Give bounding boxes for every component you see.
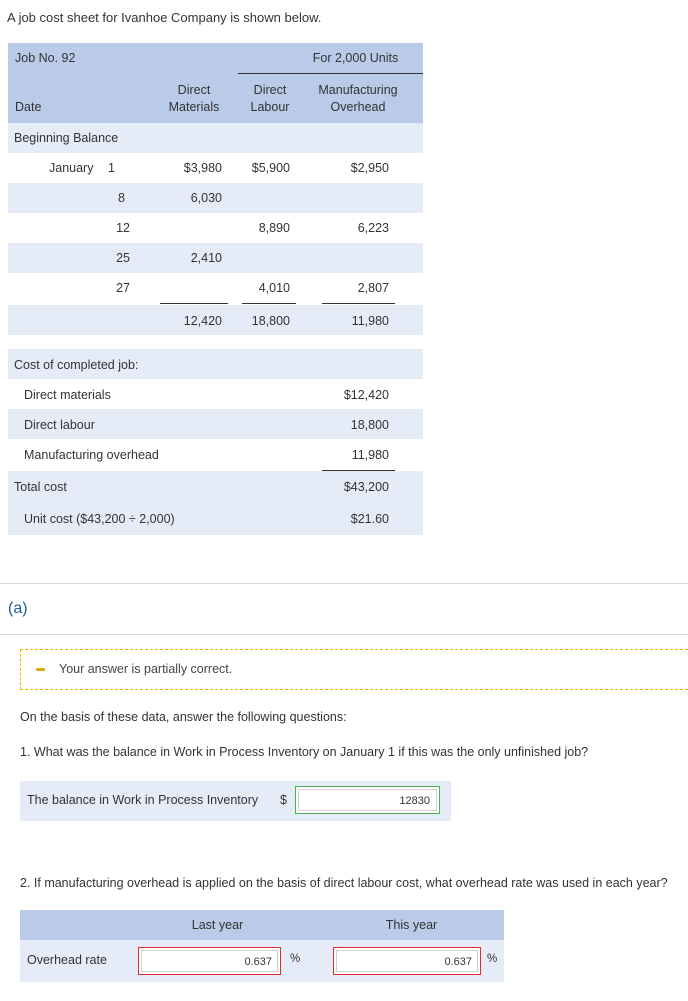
completed-item-value: 18,800 xyxy=(350,418,389,432)
total-cost-row: Total cost $43,200 xyxy=(8,471,423,504)
question-1: 1. What was the balance in Work in Proce… xyxy=(20,745,589,759)
dm-header-1: Direct xyxy=(177,83,211,97)
completed-item-value: 11,980 xyxy=(351,448,389,462)
prompt-text: On the basis of these data, answer the f… xyxy=(20,710,347,724)
col-this-year: This year xyxy=(385,918,438,932)
dl-header-2: Labour xyxy=(250,100,290,114)
overhead-rate-label: Overhead rate xyxy=(27,953,107,967)
dl-header-1: Direct xyxy=(253,83,287,97)
unit-cost-row: Unit cost ($43,200 ÷ 2,000) $21.60 xyxy=(8,501,423,535)
dl-underline xyxy=(242,303,296,304)
dl-value: 4,010 xyxy=(258,281,290,295)
moh-value: $2,950 xyxy=(350,161,389,175)
partial-correct-banner: Your answer is partially correct. xyxy=(20,649,688,690)
dm-total: 12,420 xyxy=(183,314,222,328)
units-label: For 2,000 Units xyxy=(312,51,399,65)
currency-symbol: $ xyxy=(280,793,287,807)
total-cost-label: Total cost xyxy=(14,480,67,494)
dm-underline xyxy=(160,303,228,304)
moh-underline xyxy=(322,303,395,304)
table-row: 25 2,410 xyxy=(8,243,423,273)
table-row: 8 6,030 xyxy=(8,183,423,213)
table-row: Direct labour 18,800 xyxy=(8,409,423,439)
table-row: January 1 $3,980 $5,900 $2,950 xyxy=(8,153,423,183)
percent-sign: % xyxy=(487,953,498,965)
job-number: Job No. 92 xyxy=(15,51,76,65)
day-label: 1 xyxy=(108,161,115,175)
table-row: 12 8,890 6,223 xyxy=(8,213,423,243)
dm-header-2: Materials xyxy=(168,100,220,114)
intro-text: A job cost sheet for Ivanhoe Company is … xyxy=(7,10,322,25)
moh-value: 6,223 xyxy=(357,221,389,235)
day-label: 25 xyxy=(116,251,130,265)
table-row: 27 4,010 2,807 xyxy=(8,273,423,304)
section-divider xyxy=(0,634,688,635)
table-row: Manufacturing overhead 11,980 xyxy=(8,439,423,471)
completed-item-value: $12,420 xyxy=(343,388,389,402)
moh-header-1: Manufacturing xyxy=(318,83,398,97)
section-divider xyxy=(0,583,688,584)
dl-total: 18,800 xyxy=(251,314,290,328)
moh-total: 11,980 xyxy=(351,314,389,328)
unit-cost-value: $21.60 xyxy=(350,512,389,526)
moh-value: 2,807 xyxy=(357,281,389,295)
overhead-rate-row: Overhead rate 0.637 % 0.637 % xyxy=(20,940,504,982)
percent-sign: % xyxy=(290,953,301,965)
wip-balance-input[interactable]: 12830 xyxy=(295,786,440,814)
last-year-rate-input[interactable]: 0.637 xyxy=(138,947,281,975)
unit-cost-label: Unit cost ($43,200 ÷ 2,000) xyxy=(24,512,175,526)
question-2: 2. If manufacturing overhead is applied … xyxy=(20,876,668,890)
completed-label: Cost of completed job: xyxy=(14,358,139,372)
feedback-text: Your answer is partially correct. xyxy=(59,662,233,676)
total-cost-value: $43,200 xyxy=(343,480,389,494)
part-label: (a) xyxy=(8,600,28,617)
date-header: Date xyxy=(15,100,42,114)
table-row: Direct materials $12,420 xyxy=(8,379,423,409)
completed-header-row: Cost of completed job: xyxy=(8,349,423,379)
completed-item-label: Manufacturing overhead xyxy=(24,448,159,462)
answer-row-1: The balance in Work in Process Inventory… xyxy=(20,781,451,821)
totals-row: 12,420 18,800 11,980 xyxy=(8,305,423,335)
dm-value: $3,980 xyxy=(183,161,222,175)
dm-value: 6,030 xyxy=(190,191,222,205)
day-label: 12 xyxy=(116,221,130,235)
month-label: January xyxy=(49,161,94,175)
moh-header-2: Overhead xyxy=(330,100,386,114)
completed-item-label: Direct materials xyxy=(24,388,111,402)
beginning-balance-label: Beginning Balance xyxy=(14,131,119,145)
overhead-table-header: Last year This year xyxy=(20,910,504,940)
col-last-year: Last year xyxy=(191,918,244,932)
header-rule xyxy=(238,73,423,74)
day-label: 8 xyxy=(118,191,125,205)
dl-value: 8,890 xyxy=(258,221,290,235)
wip-balance-label: The balance in Work in Process Inventory xyxy=(27,793,259,807)
dl-value: $5,900 xyxy=(251,161,290,175)
dm-value: 2,410 xyxy=(190,251,222,265)
partial-icon xyxy=(36,668,45,671)
this-year-rate-input[interactable]: 0.637 xyxy=(333,947,481,975)
job-sheet-header: Job No. 92 For 2,000 Units Date Direct M… xyxy=(8,43,423,123)
day-label: 27 xyxy=(116,281,130,295)
completed-item-label: Direct labour xyxy=(24,418,95,432)
beginning-balance-row: Beginning Balance xyxy=(8,123,423,153)
